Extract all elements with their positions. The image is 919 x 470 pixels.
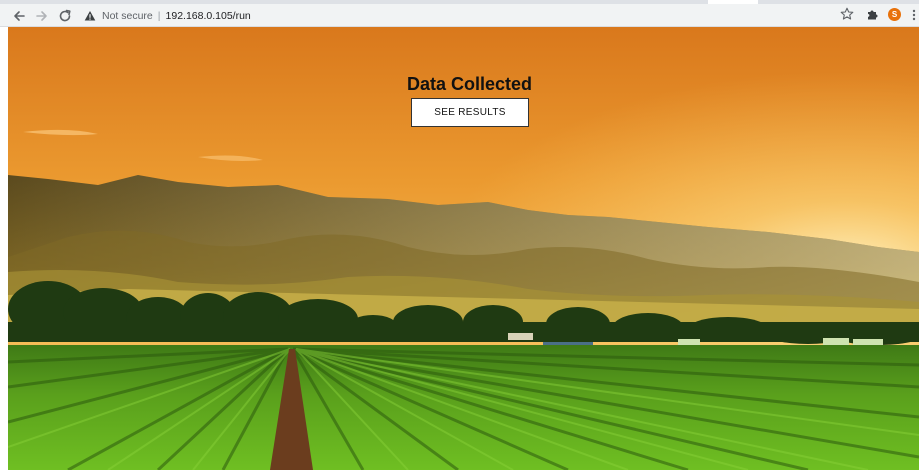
puzzle-icon[interactable]: [866, 7, 880, 21]
page-title: Data Collected: [406, 74, 533, 94]
url-text[interactable]: 192.168.0.105/run: [166, 10, 251, 22]
reload-icon: [59, 9, 71, 22]
page-viewport: Data Collected SEE RESULTS: [8, 27, 919, 470]
reload-button[interactable]: [57, 8, 73, 24]
forward-arrow-icon: [36, 11, 47, 21]
active-tab-indicator[interactable]: [708, 0, 758, 4]
security-status-text[interactable]: Not secure: [102, 10, 153, 22]
profile-avatar[interactable]: S: [888, 8, 901, 21]
star-icon[interactable]: [840, 7, 854, 21]
tab-strip: [0, 0, 919, 4]
back-arrow-icon: [14, 11, 25, 21]
kebab-menu-icon[interactable]: [911, 8, 917, 22]
back-button[interactable]: [11, 8, 27, 24]
forward-button[interactable]: [34, 8, 50, 24]
warning-icon[interactable]: [84, 10, 96, 22]
page-content: Data Collected SEE RESULTS: [8, 27, 919, 470]
url-separator: |: [157, 9, 161, 22]
browser-toolbar: Not secure | 192.168.0.105/run S: [0, 0, 919, 27]
address-bar[interactable]: Not secure | 192.168.0.105/run: [84, 6, 824, 25]
see-results-button[interactable]: SEE RESULTS: [411, 98, 529, 127]
